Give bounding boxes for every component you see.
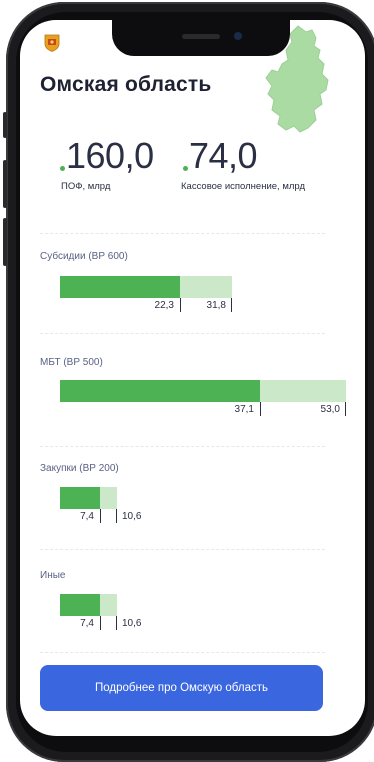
notch: [112, 20, 290, 56]
executed-tick: [180, 298, 181, 312]
planned-tick: [116, 509, 117, 523]
planned-value: 10,6: [122, 511, 142, 522]
executed-tick: [100, 616, 101, 630]
planned-value: 31,8: [206, 300, 226, 311]
region-details-button-label: Подробнее про Омскую область: [95, 682, 268, 694]
kpi-pof-value: 160,0: [66, 135, 154, 176]
planned-tick: [231, 298, 232, 312]
volume-up-button: [3, 160, 7, 208]
divider: [40, 549, 325, 550]
category-label: Субсидии (ВР 600): [40, 251, 128, 262]
volume-down-button: [3, 218, 7, 266]
category-label: Закупки (ВР 200): [40, 463, 119, 474]
kpi-cash-label: Кассовое исполнение, млрд: [181, 181, 306, 192]
kpi-pof-label: ПОФ, млрд: [61, 181, 111, 192]
executed-value: 22,3: [154, 300, 174, 311]
planned-value: 53,0: [320, 404, 340, 415]
category-label: Иные: [40, 570, 66, 581]
mute-switch: [3, 112, 7, 138]
divider: [40, 446, 325, 447]
executed-tick: [100, 509, 101, 523]
planned-tick: [345, 402, 346, 416]
bar-executed: [60, 276, 180, 298]
speaker-grille: [182, 34, 220, 39]
divider: [40, 233, 325, 234]
executed-tick: [260, 402, 261, 416]
executed-value: 7,4: [80, 511, 94, 522]
divider: [40, 652, 325, 653]
kpi-dot-marker: [183, 166, 188, 171]
category-label: МБТ (ВР 500): [40, 357, 103, 368]
kpi-dot-marker: [60, 166, 65, 171]
bar-executed: [60, 487, 100, 509]
executed-value: 37,1: [234, 404, 254, 415]
region-details-button[interactable]: Подробнее про Омскую область: [40, 665, 323, 711]
planned-value: 10,6: [122, 618, 142, 629]
region-emblem-icon: [44, 34, 60, 52]
region-title: Омская область: [40, 73, 212, 96]
kpi-cash-value: 74,0: [189, 135, 258, 176]
front-camera: [234, 32, 242, 40]
bar-executed: [60, 594, 100, 616]
bar-executed: [60, 380, 260, 402]
divider: [40, 333, 325, 334]
planned-tick: [116, 616, 117, 630]
executed-value: 7,4: [80, 618, 94, 629]
